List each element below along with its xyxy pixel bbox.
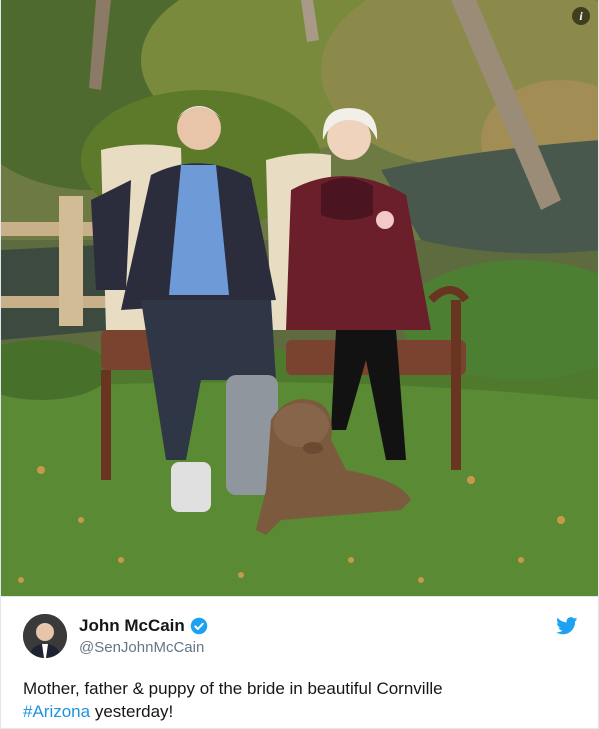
user-handle[interactable]: @SenJohnMcCain bbox=[79, 639, 208, 656]
name-row: John McCain bbox=[79, 616, 208, 636]
tweet-text-rest: yesterday! bbox=[90, 702, 174, 721]
tweet-body: John McCain @SenJohnMcCain Mother, fathe… bbox=[1, 597, 598, 723]
twitter-bird-icon[interactable] bbox=[556, 617, 578, 635]
photo-scene bbox=[1, 0, 598, 596]
tweet-photo[interactable]: i bbox=[1, 0, 598, 596]
display-name[interactable]: John McCain bbox=[79, 616, 185, 636]
info-icon[interactable]: i bbox=[572, 7, 590, 25]
author-names: John McCain @SenJohnMcCain bbox=[79, 616, 208, 656]
tweet-text-line1: Mother, father & puppy of the bride in b… bbox=[23, 679, 443, 698]
hashtag-link[interactable]: #Arizona bbox=[23, 702, 90, 721]
tweet-card: i John McCain @SenJohnMcCain Mother, fat… bbox=[0, 0, 599, 729]
avatar-image bbox=[23, 614, 67, 658]
tweet-author: John McCain @SenJohnMcCain bbox=[23, 611, 578, 661]
tweet-text: Mother, father & puppy of the bride in b… bbox=[23, 677, 578, 723]
avatar[interactable] bbox=[23, 614, 67, 658]
verified-badge-icon bbox=[190, 617, 208, 635]
